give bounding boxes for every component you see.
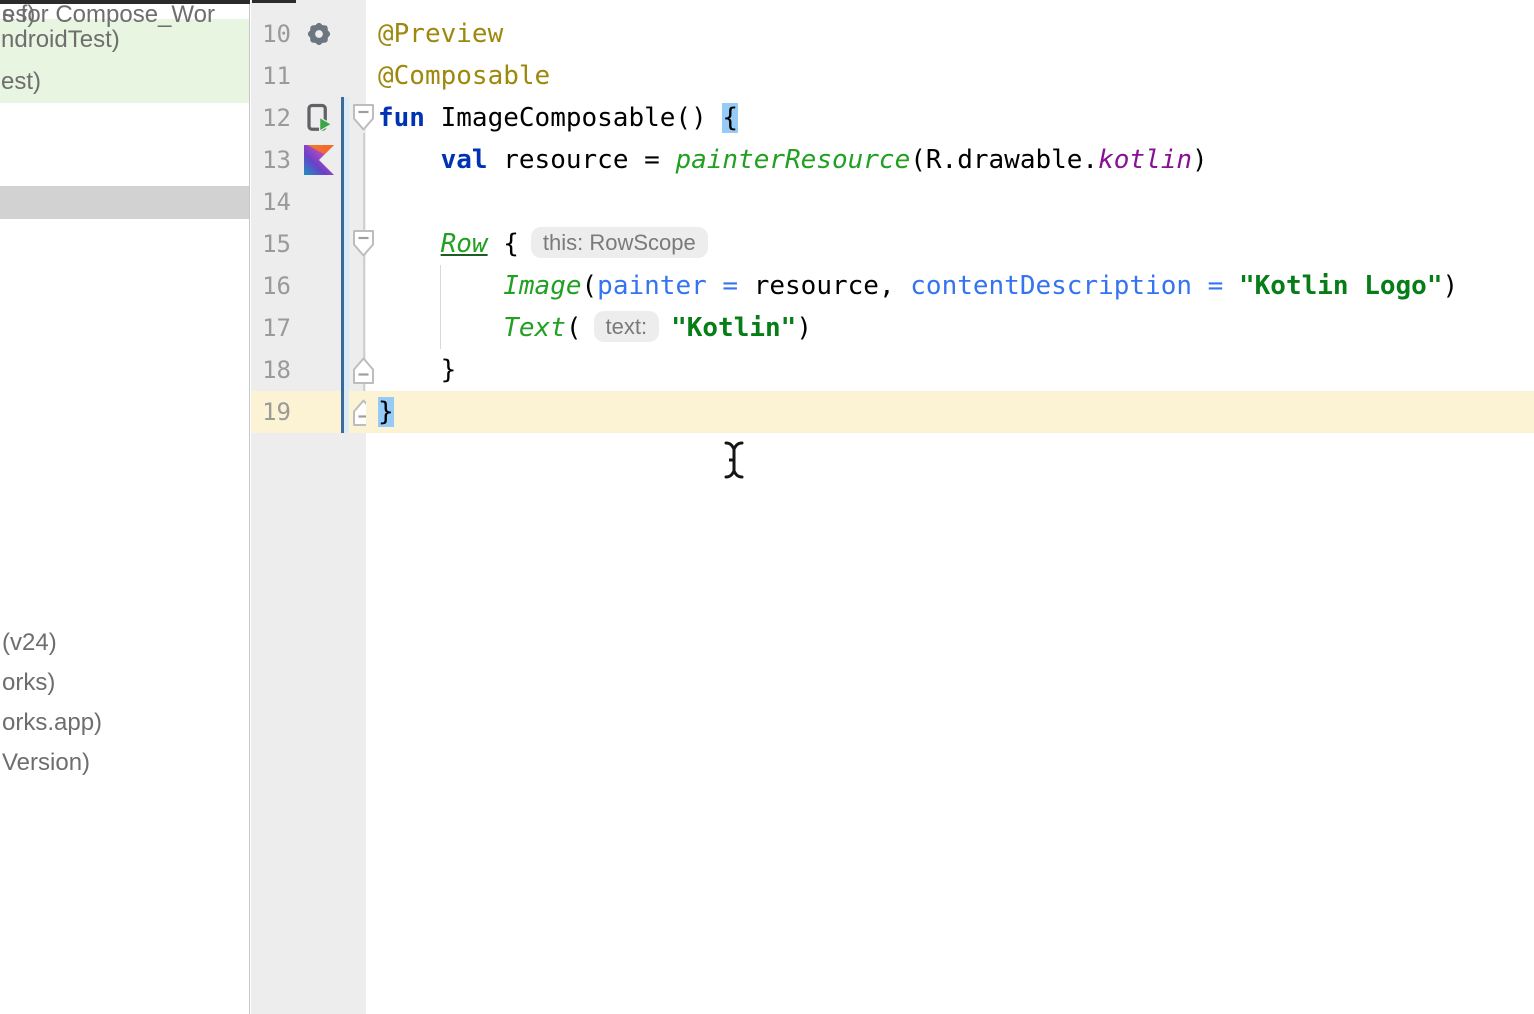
code-token: val bbox=[441, 145, 488, 175]
code-token: = bbox=[1192, 271, 1239, 301]
code-token bbox=[378, 271, 503, 301]
gutter-row[interactable]: 10 bbox=[251, 13, 366, 55]
tree-item[interactable]: orks) bbox=[2, 668, 55, 698]
code-line: } bbox=[366, 391, 1534, 433]
code-token: ( bbox=[582, 271, 598, 301]
run-preview-icon[interactable] bbox=[304, 103, 334, 133]
code-token: { bbox=[488, 229, 519, 259]
code-token: contentDescription bbox=[910, 271, 1192, 301]
matched-brace-token: } bbox=[378, 397, 394, 427]
tree-item[interactable]: orks.app) bbox=[2, 708, 102, 738]
code-token: ImageComposable() bbox=[425, 103, 722, 133]
code-token: ) bbox=[1443, 271, 1459, 301]
line-number: 19 bbox=[251, 391, 291, 433]
line-number: 13 bbox=[251, 139, 291, 181]
code-rows: @Preview @Composable fun ImageComposable()… bbox=[366, 13, 1534, 433]
code-token: Row bbox=[441, 229, 488, 259]
code-token: @Composable bbox=[378, 61, 550, 91]
tree-item[interactable]: Version) bbox=[2, 748, 90, 778]
code-token: kotlin bbox=[1098, 145, 1192, 175]
tree-item[interactable]: (v24) bbox=[2, 628, 57, 658]
code-token: ) bbox=[1192, 145, 1208, 175]
kotlin-file-icon bbox=[304, 145, 334, 175]
code-line: @Composable bbox=[366, 55, 1534, 97]
line-number: 16 bbox=[251, 265, 291, 307]
code-token: Text bbox=[503, 313, 566, 343]
code-line: fun ImageComposable() { bbox=[366, 97, 1534, 139]
inlay-hint[interactable]: text: bbox=[594, 311, 660, 342]
line-number: 15 bbox=[251, 223, 291, 265]
code-line: val resource = painterResource(R.drawabl… bbox=[366, 139, 1534, 181]
code-token bbox=[378, 145, 441, 175]
code-token: } bbox=[378, 355, 456, 385]
code-token: Image bbox=[503, 271, 581, 301]
code-token bbox=[378, 229, 441, 259]
line-number: 14 bbox=[251, 181, 291, 223]
tree-highlight-block: ndroidTest)est) bbox=[0, 19, 249, 103]
code-token: fun bbox=[378, 103, 425, 133]
code-token: resource = bbox=[488, 145, 676, 175]
code-token: ( bbox=[566, 313, 582, 343]
line-number: 17 bbox=[251, 307, 291, 349]
code-token: resource, bbox=[754, 271, 911, 301]
gutter-row[interactable]: 11 bbox=[251, 55, 366, 97]
line-number: 11 bbox=[251, 55, 291, 97]
code-line: @Preview bbox=[366, 13, 1534, 55]
window-edge-strip bbox=[0, 0, 250, 4]
code-line: Image(painter = resource, contentDescrip… bbox=[366, 265, 1534, 307]
code-editor[interactable]: 10111213141516171819 @Preview @Composable… bbox=[251, 0, 1534, 1014]
code-line: Row { this: RowScope bbox=[366, 223, 1534, 265]
project-tree-panel: ndroidTest)est) (v24) orks) orks.app) Versi… bbox=[0, 0, 250, 1014]
vcs-change-highlight bbox=[344, 97, 349, 433]
code-token: = bbox=[707, 271, 754, 301]
code-line: Text( text: "Kotlin") bbox=[366, 307, 1534, 349]
code-token: ) bbox=[796, 313, 812, 343]
code-token: "Kotlin" bbox=[671, 313, 796, 343]
gear-icon[interactable] bbox=[304, 19, 334, 49]
code-token: painterResource bbox=[675, 145, 910, 175]
tree-item-selected[interactable] bbox=[0, 186, 249, 219]
code-token: (R.drawable. bbox=[910, 145, 1098, 175]
code-line bbox=[366, 181, 1534, 223]
code-token: @Preview bbox=[378, 19, 503, 49]
code-token bbox=[378, 313, 503, 343]
code-line: } bbox=[366, 349, 1534, 391]
tree-item-highlighted[interactable]: est) bbox=[0, 61, 249, 103]
code-token: "Kotlin Logo" bbox=[1239, 271, 1443, 301]
ide-window: ndroidTest)est) (v24) orks) orks.app) Versi… bbox=[0, 0, 1534, 1014]
window-edge-strip bbox=[252, 0, 296, 3]
matched-brace-token: { bbox=[722, 103, 738, 133]
mouse-ibeam-cursor bbox=[723, 440, 745, 480]
line-number: 10 bbox=[251, 13, 291, 55]
line-number: 18 bbox=[251, 349, 291, 391]
code-token: painter bbox=[597, 271, 707, 301]
tree-item[interactable]: es) bbox=[2, 0, 35, 30]
inlay-hint[interactable]: this: RowScope bbox=[531, 227, 708, 258]
vcs-modified-bar[interactable] bbox=[341, 97, 344, 433]
line-number: 12 bbox=[251, 97, 291, 139]
